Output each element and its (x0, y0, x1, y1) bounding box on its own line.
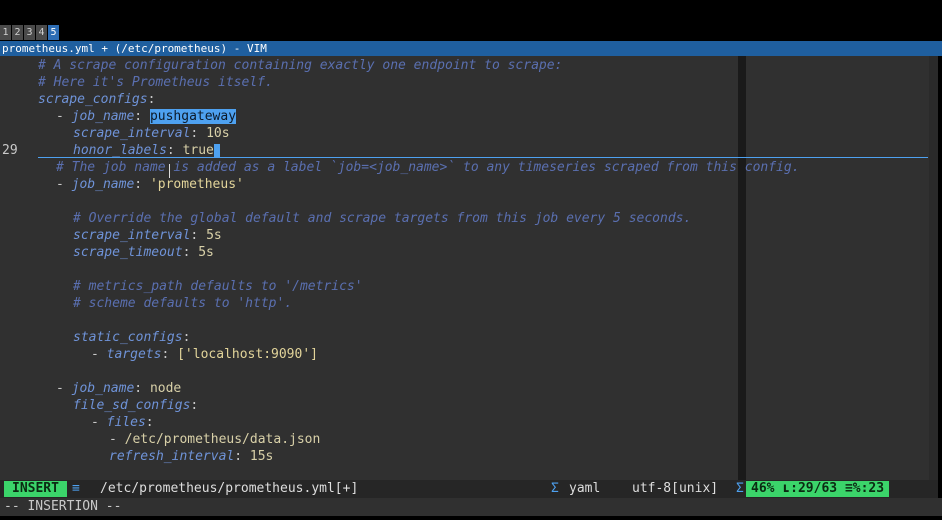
code-line: - job_name: 'prometheus' (56, 177, 244, 192)
top-black-bar (0, 0, 942, 24)
code-line: - files: (91, 415, 154, 430)
yaml-key: file_sd_configs (73, 398, 191, 413)
file-percent: 46% (751, 481, 775, 496)
yaml-value: /etc/prometheus/data.json (124, 432, 321, 447)
yaml-key: job_name (71, 109, 135, 124)
workspace-5[interactable]: 5 (48, 25, 59, 40)
yaml-value: 15s (249, 449, 274, 464)
code-line: scrape_configs: (38, 92, 156, 107)
yaml-value: 5s (198, 245, 214, 260)
workspace-1[interactable]: 1 (0, 25, 11, 40)
mode-menu-icon: ≡ (72, 481, 80, 496)
mode-indicator: INSERT (4, 481, 67, 497)
code-line: - targets: ['localhost:9090'] (91, 347, 318, 362)
yaml-key: targets (106, 347, 162, 362)
yaml-value: 10s (206, 126, 230, 141)
yaml-key: job_name (71, 381, 135, 396)
yaml-key: job_name (71, 177, 135, 192)
yaml-value: 5s (206, 228, 222, 243)
comment-line: # A scrape configuration containing exac… (38, 58, 563, 73)
workspace-2[interactable]: 2 (12, 25, 23, 40)
line-position: ʟ:29/63 (782, 481, 838, 496)
code-line: - job_name: node (56, 381, 182, 396)
code-line: - job_name: pushgateway (56, 109, 237, 124)
comment-line: # scheme defaults to 'http'. (73, 296, 293, 311)
cursor-position: 46% ʟ:29/63 ≡%:23 (746, 481, 890, 497)
command-line: -- INSERTION -- (0, 498, 942, 516)
yaml-key: scrape_interval (73, 126, 191, 141)
filetype: yaml (569, 481, 601, 496)
editor-area[interactable]: # A scrape configuration containing exac… (0, 56, 938, 480)
file-path: /etc/prometheus/prometheus.yml[+] (100, 481, 359, 496)
yaml-key: scrape_timeout (73, 245, 183, 260)
comment-line: # Override the global default and scrape… (73, 211, 692, 226)
yaml-key: files (106, 415, 146, 430)
yaml-value: true (182, 143, 214, 158)
comment-line: # metrics_path defaults to '/metrics' (73, 279, 363, 294)
column-position: ≡%:23 (844, 481, 885, 496)
filetype-icon: Σ (551, 481, 559, 496)
yaml-key: static_configs (73, 330, 183, 345)
yaml-string: 'prometheus' (149, 177, 244, 192)
workspace-switcher: 1 2 3 4 5 (0, 25, 59, 40)
code-line: refresh_interval: 15s (109, 449, 274, 464)
cursorline-underline (38, 157, 928, 158)
code-line: scrape_interval: 5s (73, 228, 222, 243)
window-title: prometheus.yml + (/etc/prometheus) - VIM (0, 41, 942, 56)
code-line: - /etc/prometheus/data.json (109, 432, 321, 447)
editor-scrollbar[interactable] (738, 56, 746, 480)
yaml-key: scrape_interval (73, 228, 191, 243)
comment-line: # Here it's Prometheus itself. (38, 75, 273, 90)
file-encoding: utf-8[unix] (632, 481, 719, 496)
yaml-key: refresh_interval (109, 449, 235, 464)
yaml-value: node (149, 381, 182, 396)
position-icon: Σ (736, 481, 744, 496)
workspace-3[interactable]: 3 (24, 25, 35, 40)
workspace-4[interactable]: 4 (36, 25, 47, 40)
yaml-string: ['localhost:9090'] (177, 347, 318, 362)
text-cursor (213, 143, 220, 158)
current-line-number: 29 (2, 143, 18, 158)
code-line: file_sd_configs: (73, 398, 199, 413)
comment-line: # The job name is added as a label `job=… (56, 160, 800, 175)
status-line: INSERT ≡ /etc/prometheus/prometheus.yml[… (0, 480, 938, 498)
right-edge-strip (929, 56, 938, 480)
code-line: scrape_interval: 10s (73, 126, 230, 141)
yaml-key: honor_labels (73, 143, 167, 158)
selected-value: pushgateway (149, 109, 237, 124)
code-line: static_configs: (73, 330, 191, 345)
yaml-key: scrape_configs (38, 92, 148, 107)
code-line: scrape_timeout: 5s (73, 245, 214, 260)
